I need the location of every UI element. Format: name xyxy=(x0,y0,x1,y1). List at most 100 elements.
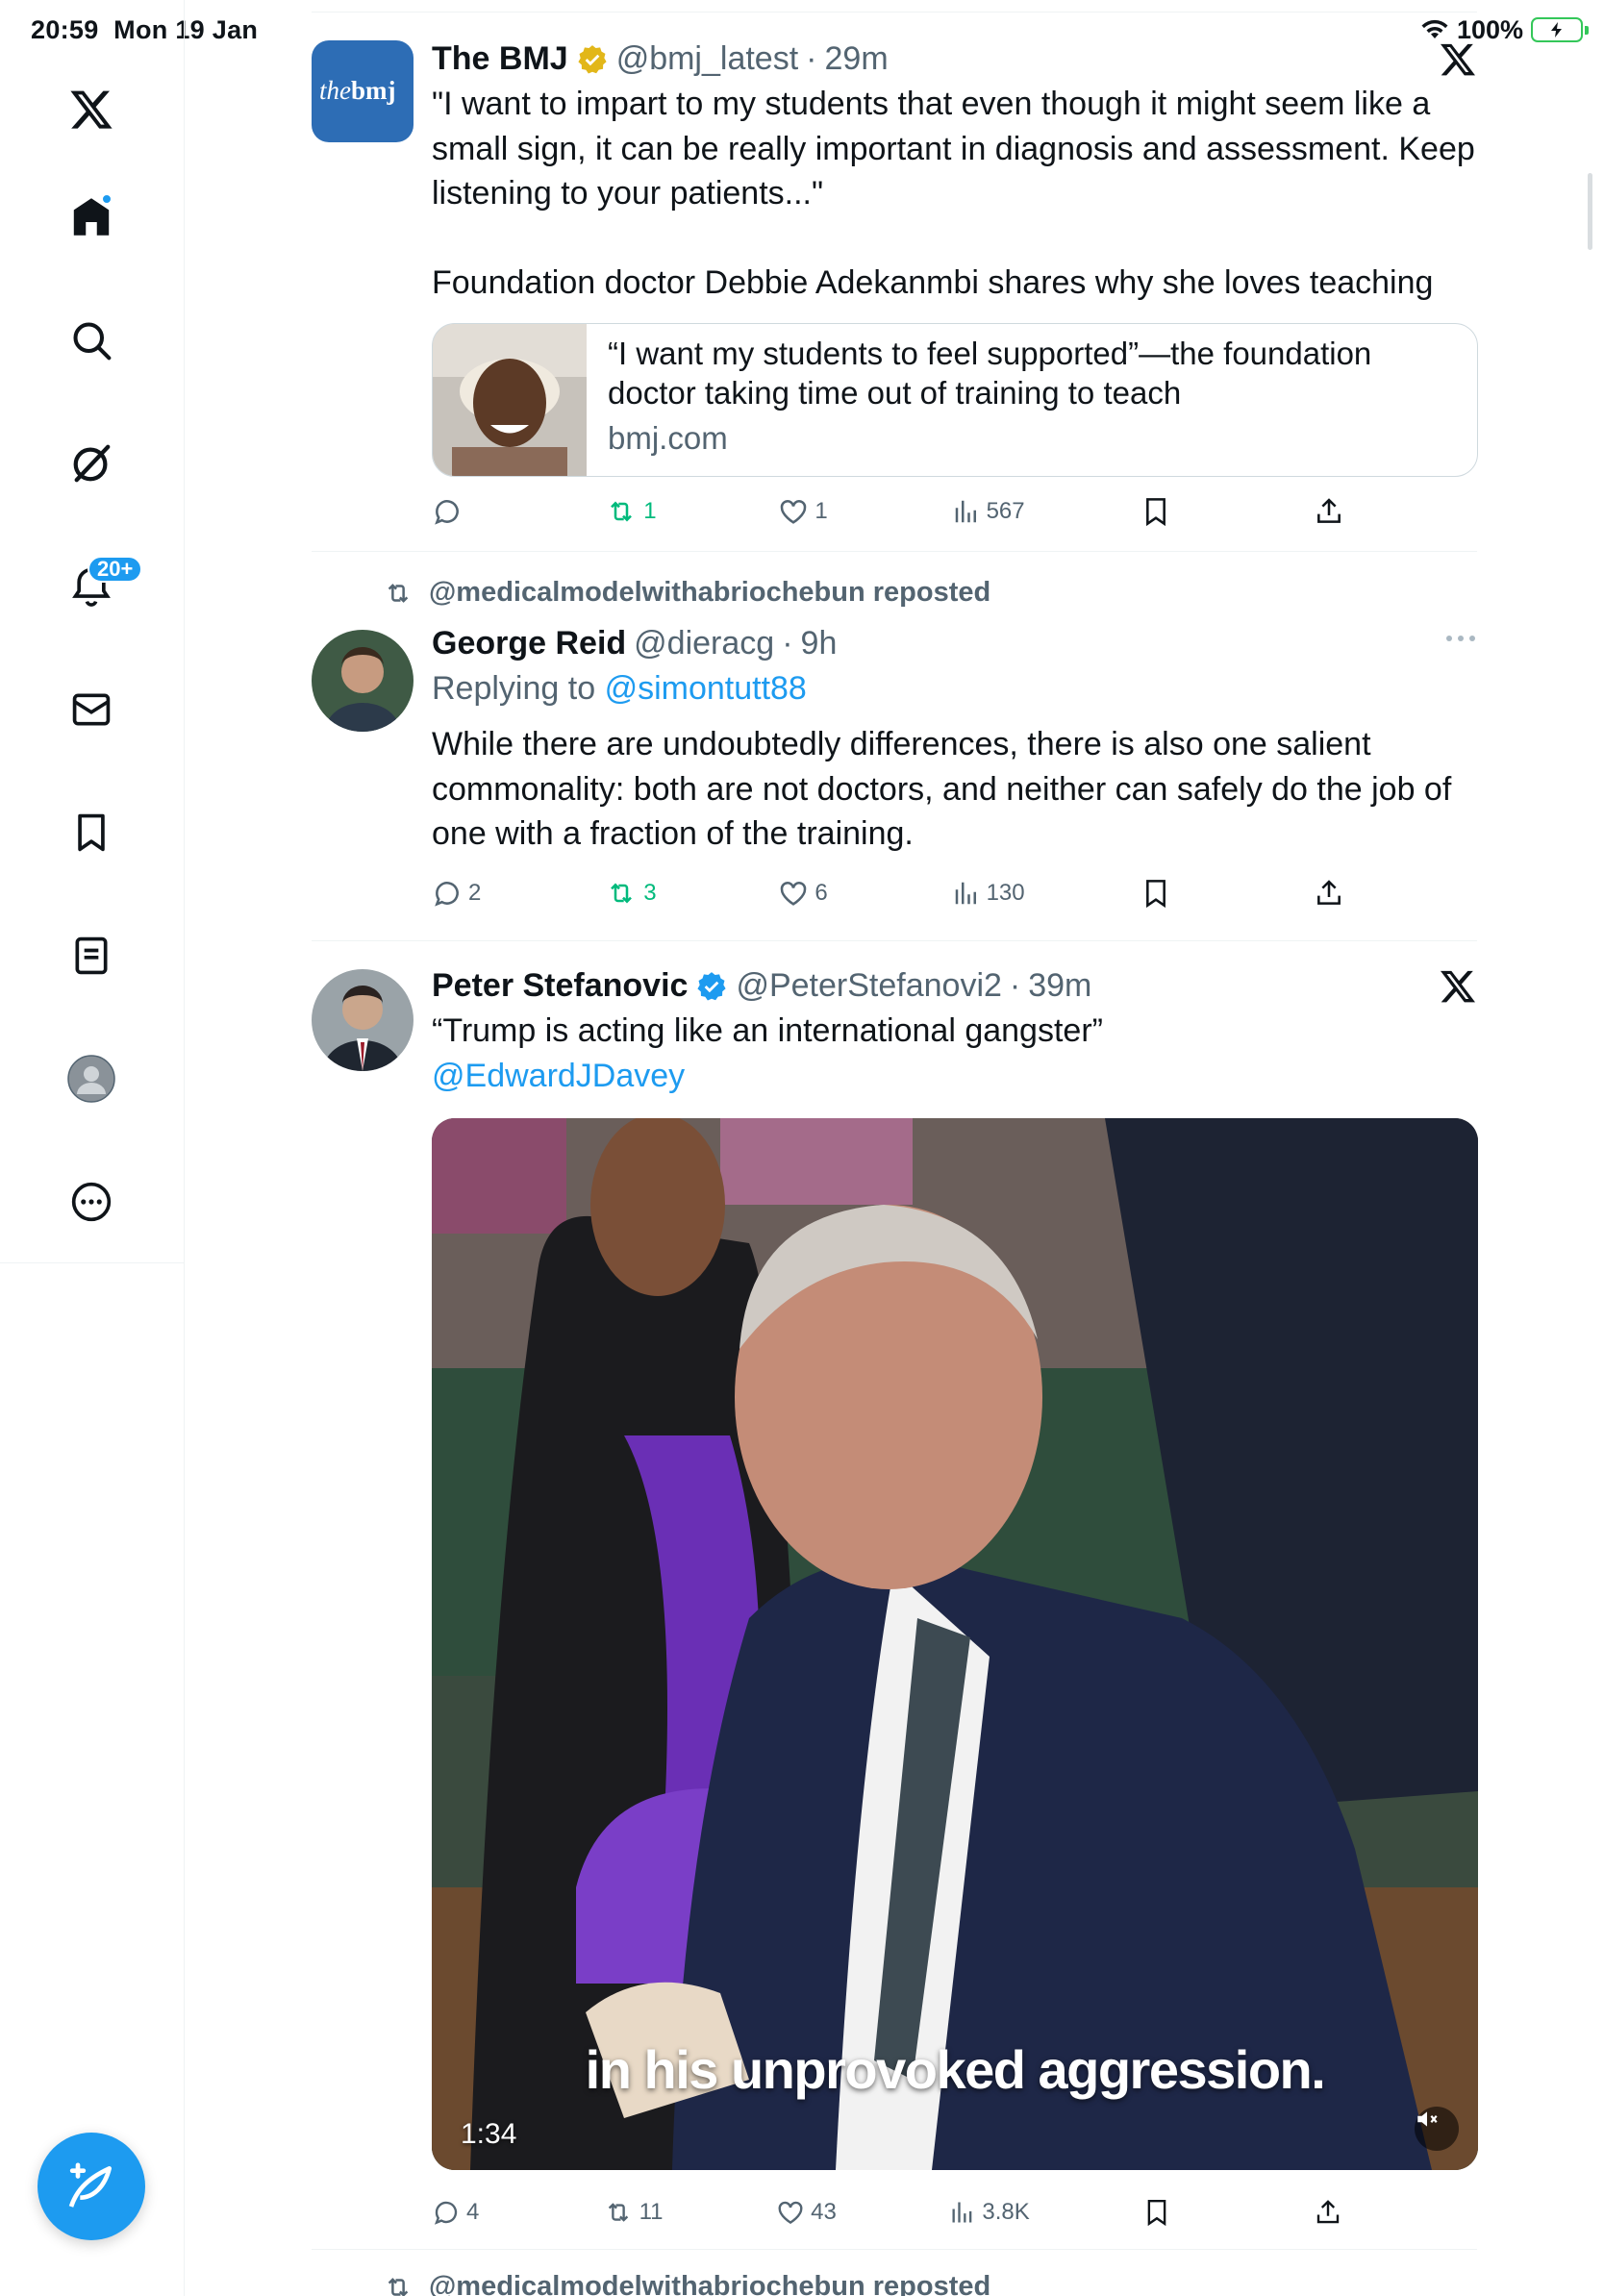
share-button[interactable] xyxy=(1314,2198,1371,2227)
mention-link[interactable]: @EdwardJDavey xyxy=(432,1054,1477,1099)
author-handle[interactable]: @bmj_latest xyxy=(616,40,798,78)
notification-count-badge: 20+ xyxy=(88,556,143,583)
svg-text:thebmj: thebmj xyxy=(319,76,396,105)
next-repost-indicator: @medicalmodelwithabriochebun reposted xyxy=(381,2271,990,2296)
bmj-avatar[interactable]: thebmj xyxy=(312,40,414,142)
repost-icon xyxy=(605,878,638,909)
sidebar: 20+ xyxy=(0,0,185,2296)
bookmark-icon xyxy=(1142,2198,1171,2227)
wifi-icon xyxy=(1420,18,1449,41)
views-button[interactable]: 130 xyxy=(952,879,1025,908)
repost-indicator: @medicalmodelwithabriochebun reposted xyxy=(381,577,990,609)
x-logo-icon[interactable] xyxy=(61,79,122,140)
grok-icon xyxy=(69,441,113,486)
reply-icon xyxy=(432,878,463,909)
reply-button[interactable] xyxy=(432,496,489,527)
gold-verified-badge-icon xyxy=(576,43,609,76)
reply-button[interactable]: 4 xyxy=(432,2198,489,2227)
link-card-domain: bmj.com xyxy=(608,420,728,456)
bookmark-icon xyxy=(70,811,113,854)
sidebar-item-notifications[interactable]: 20+ xyxy=(61,556,143,617)
sidebar-item-profile[interactable] xyxy=(61,1048,122,1110)
author-name[interactable]: The BMJ xyxy=(432,40,568,78)
replying-to-handle[interactable]: @simontutt88 xyxy=(605,670,807,707)
repost-icon xyxy=(603,2198,634,2227)
tweet-george-reid[interactable]: @medicalmodelwithabriochebun reposted Ge… xyxy=(312,577,1477,937)
list-icon xyxy=(70,935,113,977)
video-player[interactable]: in his unprovoked aggression. 1:34 xyxy=(432,1118,1478,2170)
reply-icon xyxy=(432,496,463,527)
link-card[interactable]: “I want my students to feel supported”—t… xyxy=(432,323,1478,477)
share-icon xyxy=(1314,496,1344,527)
share-button[interactable] xyxy=(1314,496,1371,527)
views-button[interactable]: 567 xyxy=(952,497,1025,526)
sidebar-item-bookmarks[interactable] xyxy=(61,802,122,863)
sidebar-divider xyxy=(0,1262,185,1263)
author-handle[interactable]: @dieracg xyxy=(634,625,774,662)
more-options-button[interactable] xyxy=(1444,629,1477,648)
compose-feather-plus-icon xyxy=(64,2159,118,2213)
compose-button[interactable] xyxy=(38,2133,145,2240)
video-frame xyxy=(432,1118,1478,2170)
repost-small-icon xyxy=(381,2273,415,2296)
tweet-peter-stefanovic[interactable]: Peter Stefanovic @PeterStefanovi2 · 39m … xyxy=(312,967,1478,2246)
x-source-icon xyxy=(1439,40,1477,79)
tweet-header: George Reid @dieracg · 9h xyxy=(432,625,1477,662)
views-button[interactable]: 3.8K xyxy=(949,2199,1030,2226)
bookmark-button[interactable] xyxy=(1140,878,1198,909)
author-name[interactable]: Peter Stefanovic xyxy=(432,967,688,1005)
like-button[interactable]: 6 xyxy=(778,878,836,909)
bookmark-button[interactable] xyxy=(1142,2198,1200,2227)
link-card-title: “I want my students to feel supported”—t… xyxy=(608,336,1372,411)
more-circle-icon xyxy=(70,1181,113,1223)
tweet-header: Peter Stefanovic @PeterStefanovi2 · 39m xyxy=(432,967,1477,1005)
sidebar-item-lists[interactable] xyxy=(61,925,122,986)
tweet-bmj[interactable]: thebmj The BMJ @bmj_latest · 29m "I want… xyxy=(312,40,1478,550)
blue-verified-badge-icon xyxy=(695,970,728,1003)
bookmark-icon xyxy=(1140,878,1171,909)
separator-dot: · xyxy=(1009,967,1021,1004)
tweet-time[interactable]: 29m xyxy=(825,40,889,78)
separator-dot: · xyxy=(782,625,793,661)
bookmark-icon xyxy=(1140,496,1171,527)
battery-icon xyxy=(1531,17,1589,42)
share-icon xyxy=(1314,2198,1342,2227)
sidebar-item-more[interactable] xyxy=(61,1171,122,1233)
tweet-actions: 1 1 567 xyxy=(432,496,1371,527)
repost-button[interactable]: 11 xyxy=(603,2198,664,2227)
share-icon xyxy=(1314,878,1344,909)
tweet-divider xyxy=(312,940,1477,941)
repost-small-icon xyxy=(381,579,415,608)
scrollbar[interactable] xyxy=(1588,173,1592,250)
tweet-text: "I want to impart to my students that ev… xyxy=(432,86,1475,301)
envelope-icon xyxy=(70,688,113,731)
george-reid-avatar[interactable] xyxy=(312,630,414,732)
tweet-actions: 4 11 43 3.8K xyxy=(432,2198,1371,2227)
sidebar-item-home[interactable] xyxy=(61,187,122,248)
author-handle[interactable]: @PeterStefanovi2 xyxy=(736,967,1001,1005)
sidebar-item-explore[interactable] xyxy=(61,310,122,371)
heart-icon xyxy=(778,878,809,909)
peter-stefanovic-avatar[interactable] xyxy=(312,969,414,1071)
like-button[interactable]: 43 xyxy=(776,2198,837,2227)
tweet-time[interactable]: 39m xyxy=(1028,967,1091,1005)
separator-dot: · xyxy=(806,40,817,77)
share-button[interactable] xyxy=(1314,878,1371,909)
author-name[interactable]: George Reid xyxy=(432,625,626,662)
sidebar-item-messages[interactable] xyxy=(61,679,122,740)
sidebar-item-grok[interactable] xyxy=(61,433,122,494)
tweet-divider xyxy=(312,2249,1477,2250)
views-chart-icon xyxy=(952,497,981,526)
tweet-text: While there are undoubtedly differences,… xyxy=(432,726,1452,852)
reply-button[interactable]: 2 xyxy=(432,878,489,909)
reply-icon xyxy=(432,2198,461,2227)
like-button[interactable]: 1 xyxy=(778,496,836,527)
more-dots-icon xyxy=(1444,629,1477,648)
views-chart-icon xyxy=(949,2199,976,2226)
heart-icon xyxy=(778,496,809,527)
repost-button[interactable]: 3 xyxy=(605,878,663,909)
bookmark-button[interactable] xyxy=(1140,496,1198,527)
repost-button[interactable]: 1 xyxy=(605,496,663,527)
mute-button[interactable] xyxy=(1415,2107,1459,2151)
tweet-time[interactable]: 9h xyxy=(801,625,838,662)
